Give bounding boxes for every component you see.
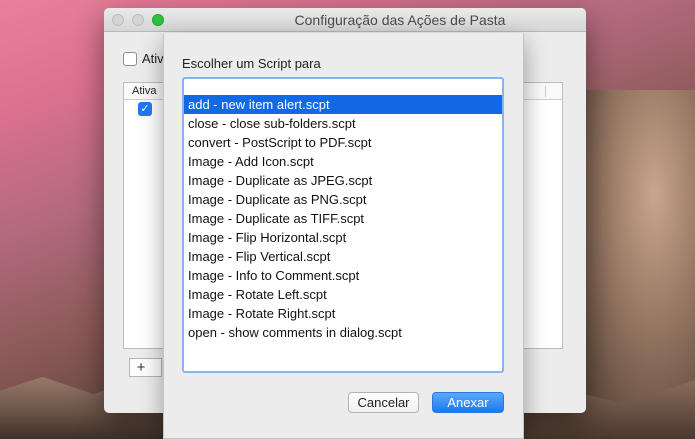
column-header-active[interactable]: Ativa (132, 85, 156, 97)
remove-folder-button[interactable] (152, 358, 162, 377)
list-item-empty[interactable] (184, 79, 502, 95)
list-item[interactable]: Image - Duplicate as JPEG.scpt (184, 171, 502, 190)
list-item[interactable]: Image - Flip Horizontal.scpt (184, 228, 502, 247)
list-item[interactable]: Image - Rotate Left.scpt (184, 285, 502, 304)
list-item[interactable]: open - show comments in dialog.scpt (184, 323, 502, 342)
list-item[interactable]: Image - Add Icon.scpt (184, 152, 502, 171)
list-item[interactable]: Image - Rotate Right.scpt (184, 304, 502, 323)
cancel-button[interactable]: Cancelar (348, 392, 419, 413)
enable-folder-actions-checkbox[interactable] (123, 52, 137, 66)
script-list[interactable]: add - new item alert.scpt close - close s… (182, 77, 504, 373)
enable-folder-actions-label: Ativ (142, 51, 164, 66)
list-item[interactable]: add - new item alert.scpt (184, 95, 502, 114)
column-separator (545, 86, 546, 97)
list-item[interactable]: Image - Info to Comment.scpt (184, 266, 502, 285)
choose-script-sheet: Escolher um Script para add - new item a… (163, 33, 524, 439)
list-item[interactable]: Image - Duplicate as PNG.scpt (184, 190, 502, 209)
sheet-prompt: Escolher um Script para (182, 56, 321, 71)
row-active-checkbox[interactable]: ✓ (138, 102, 152, 116)
window-title: Configuração das Ações de Pasta (294, 12, 506, 28)
list-item[interactable]: close - close sub-folders.scpt (184, 114, 502, 133)
attach-button[interactable]: Anexar (432, 392, 504, 413)
add-folder-button[interactable]: + (129, 358, 153, 377)
list-item[interactable]: Image - Flip Vertical.scpt (184, 247, 502, 266)
list-item[interactable]: convert - PostScript to PDF.scpt (184, 133, 502, 152)
window-titlebar: Configuração das Ações de Pasta (104, 8, 586, 32)
script-list-items: add - new item alert.scpt close - close s… (184, 79, 502, 342)
list-item[interactable]: Image - Duplicate as TIFF.scpt (184, 209, 502, 228)
